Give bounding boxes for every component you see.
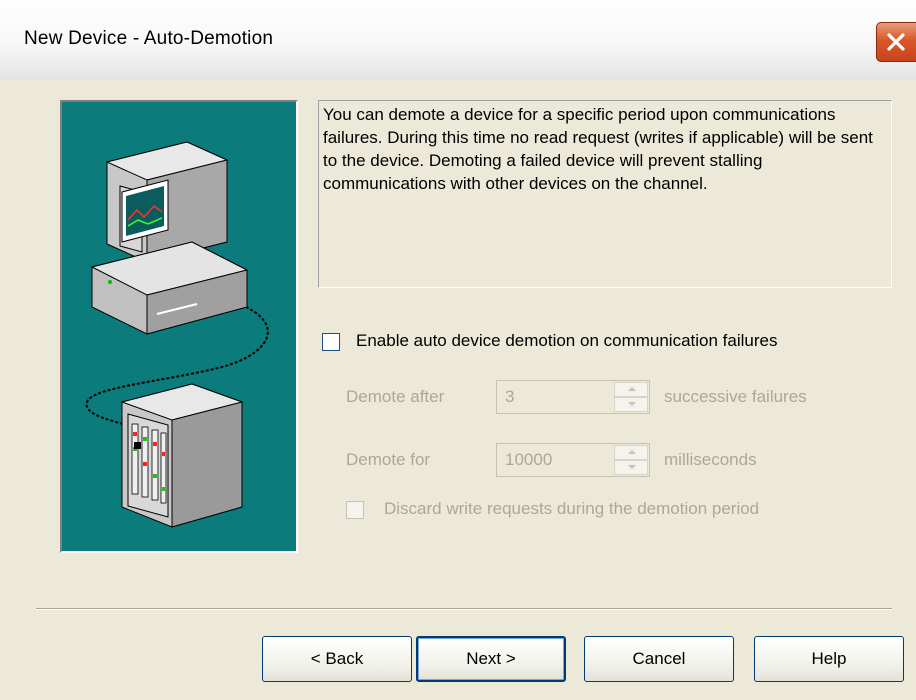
discard-writes-checkbox[interactable]	[346, 501, 364, 519]
cancel-button[interactable]: Cancel	[584, 636, 734, 682]
close-button[interactable]	[876, 22, 916, 62]
demote-for-stepper[interactable]: 10000	[496, 443, 650, 477]
spin-down-icon[interactable]	[614, 397, 648, 412]
title-bar: New Device - Auto-Demotion	[0, 0, 916, 80]
demote-for-unit: milliseconds	[664, 450, 757, 469]
enable-demotion-label[interactable]: Enable auto device demotion on communica…	[356, 331, 777, 351]
demote-after-unit: successive failures	[664, 387, 807, 406]
help-button[interactable]: Help	[754, 636, 904, 682]
close-icon	[887, 33, 905, 51]
spin-up-icon[interactable]	[614, 445, 648, 460]
back-button[interactable]: < Back	[262, 636, 412, 682]
computer-device-illustration-icon	[85, 141, 269, 528]
spin-down-icon[interactable]	[614, 460, 648, 475]
demote-after-value: 3	[505, 387, 515, 406]
spin-up-icon[interactable]	[614, 382, 648, 397]
wizard-illustration-panel	[60, 100, 298, 553]
description-box: You can demote a device for a specific p…	[318, 100, 892, 288]
demote-for-spin	[614, 445, 648, 475]
demote-after-spin	[614, 382, 648, 412]
window-title: New Device - Auto-Demotion	[24, 28, 274, 49]
next-button[interactable]: Next >	[416, 636, 566, 682]
demote-after-stepper[interactable]: 3	[496, 380, 650, 414]
demote-for-label: Demote for	[346, 450, 431, 469]
demote-after-label: Demote after	[346, 387, 445, 406]
demote-for-value: 10000	[505, 450, 553, 469]
button-separator	[36, 608, 892, 610]
enable-demotion-checkbox[interactable]	[322, 333, 340, 351]
discard-writes-label: Discard write requests during the demoti…	[384, 499, 760, 518]
